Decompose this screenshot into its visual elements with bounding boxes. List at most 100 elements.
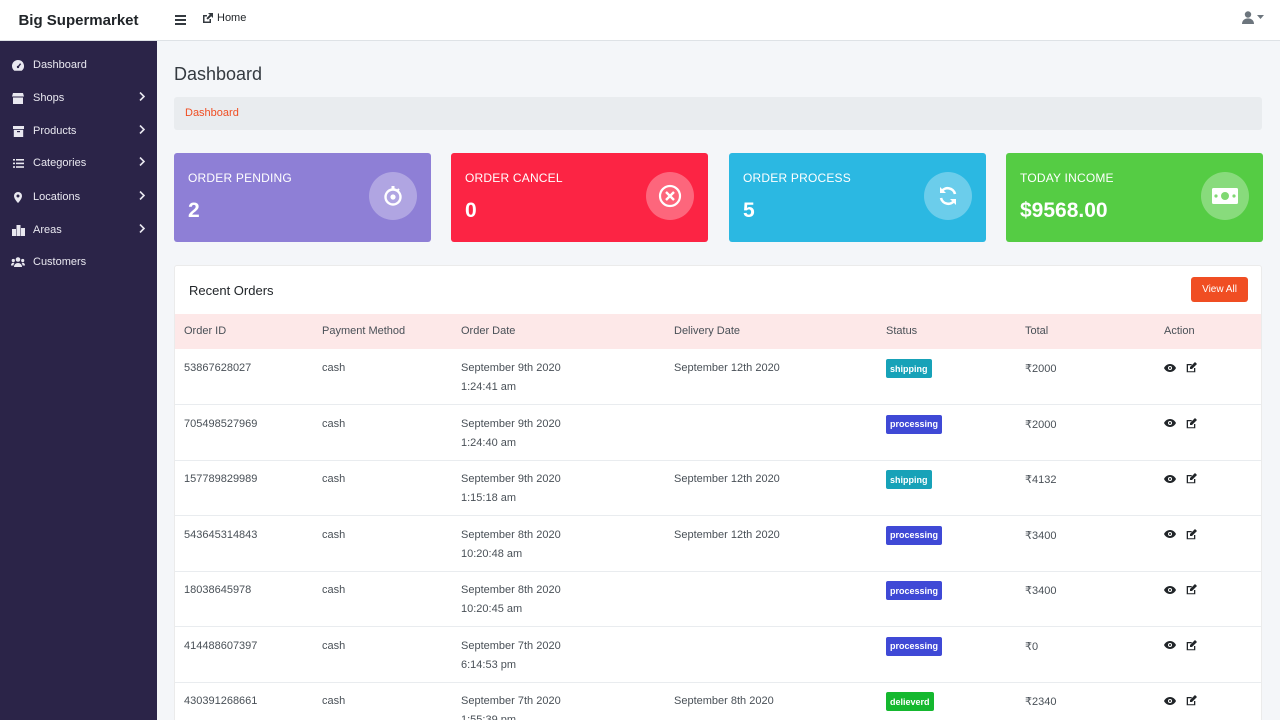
- sidebar-item-label: Products: [33, 125, 77, 137]
- row-actions: [1164, 362, 1197, 373]
- sidebar-item-dashboard[interactable]: Dashboard: [0, 50, 157, 80]
- table-row: 18038645978 cash September 8th 2020 10:20:4…: [175, 571, 1261, 627]
- order-pending-card: ORDER PENDING 2: [174, 153, 431, 242]
- order-id-cell: 705498527969: [184, 417, 258, 430]
- breadcrumb-item-dashboard[interactable]: Dashboard: [185, 107, 239, 119]
- order-date: September 9th 2020: [461, 362, 561, 374]
- edit-order-button[interactable]: [1185, 584, 1197, 595]
- payment-method-cell: cash: [322, 417, 346, 430]
- chevron-right-icon: [139, 224, 145, 233]
- chevron-right-icon: [139, 191, 145, 200]
- user-menu-button[interactable]: [1242, 11, 1264, 24]
- order-time: 1:24:40 am: [461, 436, 517, 449]
- view-order-button[interactable]: [1164, 640, 1176, 651]
- eye-icon: [1164, 585, 1176, 594]
- chevron-right-icon: [139, 157, 145, 166]
- view-order-button[interactable]: [1164, 695, 1176, 706]
- sidebar-item-label: Categories: [33, 157, 87, 169]
- external-link-icon: [203, 12, 213, 23]
- sidebar-item-areas[interactable]: Areas: [0, 215, 157, 245]
- sidebar-item-shops[interactable]: Shops: [0, 83, 157, 113]
- edit-order-button[interactable]: [1185, 473, 1197, 484]
- sidebar-item-label: Areas: [33, 224, 62, 236]
- breadcrumb: Dashboard: [174, 97, 1262, 130]
- payment-method-cell: cash: [322, 473, 346, 485]
- delivery-date-cell: September 8th 2020: [674, 695, 774, 707]
- order-date: September 7th 2020: [461, 695, 561, 707]
- order-date-cell: September 8th 2020 10:20:45 am: [461, 584, 561, 615]
- total-cell: ₹2340: [1025, 696, 1057, 708]
- view-order-button[interactable]: [1164, 362, 1176, 373]
- card-label: TODAY INCOME: [1020, 171, 1114, 185]
- order-time: 1:24:41 am: [461, 381, 517, 393]
- hamburger-icon: [174, 15, 186, 25]
- order-date-cell: September 9th 2020 1:24:40 am: [461, 418, 561, 449]
- row-actions: [1164, 584, 1197, 595]
- order-date: September 9th 2020: [461, 473, 561, 485]
- table-row: 705498527969 cash September 9th 2020 1:24:4…: [175, 405, 1261, 461]
- sidebar-item-categories[interactable]: Categories: [0, 148, 157, 178]
- sidebar-item-products[interactable]: Products: [0, 116, 157, 146]
- order-time: 1:15:18 am: [461, 492, 517, 504]
- home-link[interactable]: Home: [202, 12, 246, 24]
- card-label: ORDER PROCESS: [743, 171, 851, 185]
- row-actions: [1164, 417, 1197, 429]
- view-order-button[interactable]: [1164, 473, 1176, 484]
- city-icon: [11, 224, 25, 236]
- edit-icon: [1186, 417, 1197, 428]
- edit-order-button[interactable]: [1185, 695, 1197, 706]
- page-title: Dashboard: [174, 64, 263, 84]
- list-icon: [12, 158, 24, 168]
- status-badge: shipping: [886, 470, 932, 489]
- card-label: ORDER PENDING: [188, 171, 292, 185]
- eye-icon: [1164, 363, 1176, 372]
- store-icon: [12, 92, 24, 104]
- status-badge: processing: [886, 581, 943, 600]
- status-badge: delieverd: [886, 692, 934, 711]
- edit-icon: [1186, 584, 1197, 595]
- sidebar: Dashboard Shops Products Categories Loca…: [0, 41, 157, 720]
- payment-method-cell: cash: [322, 584, 346, 596]
- sidebar-item-label: Customers: [33, 256, 87, 268]
- order-id-cell: 53867628027: [184, 362, 252, 374]
- order-id-cell: 157789829989: [184, 473, 258, 485]
- view-order-button[interactable]: [1164, 584, 1176, 595]
- tachometer-icon: [12, 59, 24, 71]
- order-id-cell: 18038645978: [184, 584, 252, 596]
- column-header-total: Total: [1025, 325, 1049, 337]
- edit-icon: [1186, 639, 1197, 650]
- edit-order-button[interactable]: [1185, 528, 1197, 540]
- sidebar-item-locations[interactable]: Locations: [0, 182, 157, 212]
- sidebar-item-label: Dashboard: [33, 59, 87, 71]
- eye-icon: [1164, 696, 1176, 705]
- brand-title[interactable]: Big Supermarket: [0, 0, 157, 41]
- order-date: September 7th 2020: [461, 639, 561, 652]
- edit-icon: [1186, 473, 1197, 484]
- edit-order-button[interactable]: [1185, 639, 1197, 651]
- order-date-cell: September 8th 2020 10:20:48 am: [461, 529, 561, 560]
- order-cancel-card: ORDER CANCEL 0: [451, 153, 708, 242]
- status-badge: processing: [886, 636, 943, 656]
- menu-toggle-button[interactable]: [172, 11, 188, 29]
- view-all-button[interactable]: View All: [1191, 277, 1248, 302]
- caret-down-icon: [1257, 15, 1264, 19]
- order-time: 1:55:39 pm: [461, 714, 517, 720]
- payment-method-cell: cash: [322, 695, 346, 707]
- status-badge: shipping: [886, 359, 932, 378]
- column-header-order-date: Order Date: [461, 325, 516, 337]
- row-actions: [1164, 695, 1197, 706]
- eye-icon: [1164, 641, 1176, 649]
- delivery-date-cell: September 12th 2020: [674, 362, 780, 374]
- edit-order-button[interactable]: [1185, 417, 1197, 429]
- view-order-button[interactable]: [1164, 418, 1176, 429]
- top-navbar: Big Supermarket Home: [0, 0, 1280, 41]
- map-marker-icon: [14, 191, 22, 203]
- table-row: 543645314843 cash September 8th 2020 10:20:…: [175, 516, 1261, 572]
- today-income-card: TODAY INCOME $9568.00: [1006, 153, 1263, 242]
- recent-orders-title: Recent Orders: [189, 283, 274, 298]
- payment-method-cell: cash: [322, 362, 346, 374]
- money-icon: [1201, 172, 1249, 220]
- sidebar-item-customers[interactable]: Customers: [0, 247, 157, 277]
- view-order-button[interactable]: [1164, 529, 1176, 540]
- edit-order-button[interactable]: [1185, 362, 1197, 373]
